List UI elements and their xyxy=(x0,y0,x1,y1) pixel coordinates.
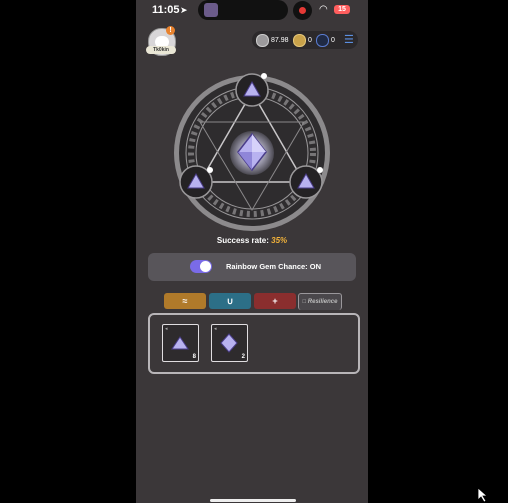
inventory-slot-diamond[interactable]: ◂ 2 xyxy=(211,324,248,362)
wifi-icon: ◠ xyxy=(319,4,328,15)
gem-type-tabs: ≈ ∪ + □ Resilience xyxy=(164,293,344,311)
success-rate-label: Success rate: xyxy=(216,236,269,245)
forge-circle xyxy=(174,73,330,231)
recording-indicator xyxy=(293,1,312,20)
slot-count: 2 xyxy=(241,354,245,360)
silver-currency: 87.98 xyxy=(256,33,289,47)
dynamic-island xyxy=(198,0,288,20)
username: Tk0kin xyxy=(146,46,176,54)
rainbow-gem-row: Rainbow Gem Chance: ON xyxy=(148,253,356,281)
home-indicator[interactable] xyxy=(210,499,296,502)
rainbow-gem-toggle[interactable] xyxy=(190,260,212,273)
slot-corner-icon: ◂ xyxy=(214,326,217,332)
rainbow-gem-label: Rainbow Gem Chance: ON xyxy=(226,262,322,271)
battery-icon: 15 xyxy=(334,5,350,14)
remove-icon[interactable] xyxy=(317,167,323,173)
gem-slot-left[interactable] xyxy=(179,165,213,199)
gold-value: 0 xyxy=(308,36,312,44)
slot-count: 8 xyxy=(192,354,196,360)
clock: 11:05 xyxy=(152,4,180,16)
token-icon xyxy=(316,33,329,47)
silver-value: 87.98 xyxy=(271,36,289,44)
inventory-slot-triangle[interactable]: ◂ 8 xyxy=(162,324,199,362)
success-rate: Success rate: 35% xyxy=(136,236,368,245)
toggle-knob xyxy=(200,261,211,272)
gem-inventory: ◂ 8 ◂ 2 xyxy=(148,313,360,374)
status-bar: 11:05 ➤ ◠ 15 xyxy=(136,0,368,22)
gold-coin-icon xyxy=(293,33,306,47)
notification-badge: ! xyxy=(166,26,175,35)
app-icon xyxy=(204,3,218,17)
gold-currency: 0 xyxy=(293,33,312,47)
location-arrow-icon: ➤ xyxy=(180,5,188,15)
remove-icon[interactable] xyxy=(207,167,213,173)
phone-screen: 11:05 ➤ ◠ 15 ! Tk0kin 87.98 0 0 ☰ Succes… xyxy=(136,0,368,503)
gem-slot-top[interactable] xyxy=(235,73,269,107)
currency-bar: 87.98 0 0 ☰ xyxy=(252,31,358,49)
token-value: 0 xyxy=(331,36,335,44)
tab-wave[interactable]: ≈ xyxy=(164,293,206,309)
silver-coin-icon xyxy=(256,33,269,47)
tab-resilience[interactable]: □ Resilience xyxy=(298,293,342,310)
token-currency: 0 xyxy=(316,33,335,47)
record-icon xyxy=(299,7,306,14)
tab-magnet[interactable]: ∪ xyxy=(209,293,251,309)
tab-plus[interactable]: + xyxy=(254,293,296,309)
remove-icon[interactable] xyxy=(261,73,267,79)
mouse-cursor-icon xyxy=(478,488,488,502)
gem-slot-right[interactable] xyxy=(289,165,323,199)
success-rate-value: 35% xyxy=(271,236,288,245)
menu-icon[interactable]: ☰ xyxy=(344,34,354,46)
slot-corner-icon: ◂ xyxy=(165,326,168,332)
